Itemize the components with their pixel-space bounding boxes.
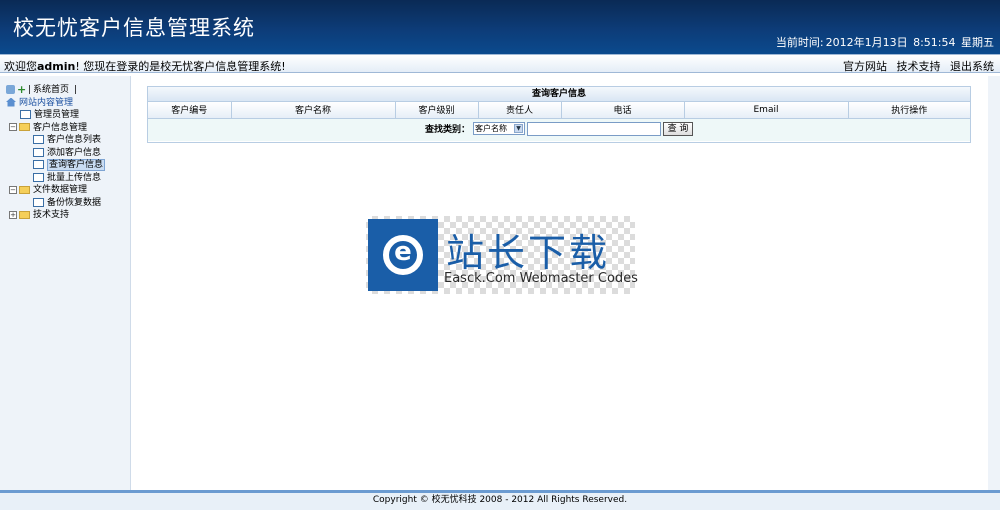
username: admin: [37, 60, 76, 73]
tree-item-label: 批量上传信息: [47, 172, 102, 183]
query-panel: 查询客户信息 客户编号 客户名称 客户级别 责任人 电话 Email 执行操作 …: [147, 86, 971, 143]
tree-item-label: 网站内容管理: [19, 97, 74, 108]
expand-icon[interactable]: +: [9, 210, 17, 219]
search-type-value: 客户名称: [475, 124, 507, 133]
dropdown-arrow-icon: ▼: [514, 124, 523, 133]
page-icon: [33, 172, 44, 182]
folder-icon: [19, 185, 30, 194]
page-icon: [20, 110, 31, 119]
col-email: Email: [684, 102, 849, 119]
tree-item-label: 客户信息列表: [47, 135, 102, 145]
current-time: 当前时间: 2012年1月13日 8:51:54 星期五: [774, 34, 994, 50]
tree-item-add-customer[interactable]: 添加客户信息: [6, 147, 105, 160]
folder-icon: [19, 210, 30, 219]
tree-item-label: 查询客户信息: [47, 159, 106, 171]
tree-item-file-data[interactable]: − 文件数据管理: [6, 184, 105, 197]
tree-item-backup-restore[interactable]: 备份恢复数据: [6, 197, 105, 210]
welcome-prefix: 欢迎您: [4, 60, 37, 73]
page-icon: [33, 147, 44, 157]
col-phone: 电话: [561, 102, 685, 119]
tree-item-label: 文件数据管理: [33, 185, 88, 195]
tree-item-tech-support[interactable]: + 技术支持: [6, 209, 105, 222]
tool-icon: [6, 85, 15, 94]
search-type-label: 查找类别：: [424, 125, 470, 135]
search-type-select[interactable]: 客户名称 ▼: [473, 122, 525, 135]
top-links: 官方网站 技术支持 退出系统: [837, 58, 994, 74]
tree-item-customer-manage[interactable]: − 客户信息管理: [6, 122, 105, 135]
time-value: 8:51:54: [913, 36, 956, 49]
tree-item-customer-list[interactable]: 客户信息列表: [6, 134, 105, 147]
footer-copyright: Copyright © 校无忧科技 2008 - 2012 All Rights…: [0, 493, 1000, 510]
page-icon: [33, 135, 44, 144]
logo-letter: e: [394, 237, 412, 267]
system-home-row: + | 系统首页 |: [6, 84, 105, 97]
tree-item-label: 管理员管理: [34, 110, 80, 120]
add-icon: +: [17, 83, 27, 96]
nav-tree: + | 系统首页 | 网站内容管理 管理员管理 − 客户信息管理 客户信息列表 添加客…: [6, 84, 106, 222]
watermark-en-text: Easck.Com Webmaster Codes: [444, 271, 638, 286]
tree-item-label: 添加客户信息: [47, 147, 102, 158]
tree-item-admin-manage[interactable]: 管理员管理: [6, 109, 105, 122]
search-bar: 查找类别： 客户名称 ▼ 查 询: [148, 118, 970, 141]
official-site-link[interactable]: 官方网站: [843, 60, 887, 73]
header-banner: 校无忧客户信息管理系统 当前时间: 2012年1月13日 8:51:54 星期五: [0, 0, 1000, 54]
col-customer-name: 客户名称: [231, 102, 396, 119]
col-customer-id: 客户编号: [148, 102, 232, 119]
panel-title: 查询客户信息: [148, 87, 970, 102]
search-button[interactable]: 查 询: [663, 121, 693, 136]
tech-support-link[interactable]: 技术支持: [897, 60, 941, 73]
weekday-value: 星期五: [961, 36, 994, 49]
col-customer-level: 客户级别: [395, 102, 479, 119]
table-header-row: 客户编号 客户名称 客户级别 责任人 电话 Email 执行操作: [148, 102, 970, 119]
app-title: 校无忧客户信息管理系统: [13, 16, 255, 40]
tree-item-label: 技术支持: [33, 210, 70, 220]
welcome-suffix: ! 您现在登录的是校无忧客户信息管理系统!: [75, 60, 286, 73]
welcome-bar: 欢迎您admin! 您现在登录的是校无忧客户信息管理系统! 官方网站 技术支持 …: [0, 54, 1000, 73]
date-value: 2012年1月13日: [825, 36, 908, 49]
collapse-icon[interactable]: −: [9, 123, 17, 131]
watermark-cn-text: 站长下载: [446, 231, 611, 275]
time-label: 当前时间:: [775, 36, 824, 49]
folder-icon: [19, 123, 30, 131]
sidebar: + | 系统首页 | 网站内容管理 管理员管理 − 客户信息管理 客户信息列表 添加客…: [0, 76, 131, 490]
col-owner: 责任人: [478, 102, 562, 119]
search-input[interactable]: [527, 121, 661, 136]
tree-item-batch-upload[interactable]: 批量上传信息: [6, 172, 105, 185]
collapse-icon[interactable]: −: [9, 185, 17, 194]
logout-link[interactable]: 退出系统: [950, 60, 994, 73]
home-icon: [6, 97, 16, 107]
welcome-message: 欢迎您admin! 您现在登录的是校无忧客户信息管理系统!: [4, 58, 286, 74]
tree-item-site-content[interactable]: 网站内容管理: [6, 97, 105, 110]
page-icon: [33, 160, 44, 169]
page-icon: [33, 197, 44, 207]
logo-icon: e: [368, 219, 438, 291]
tree-item-label: 备份恢复数据: [47, 197, 102, 208]
tree-item-query-customer[interactable]: 查询客户信息: [6, 159, 106, 172]
right-scroll-gutter: [988, 76, 1000, 490]
tree-item-label: 客户信息管理: [33, 122, 88, 133]
customer-table: 客户编号 客户名称 客户级别 责任人 电话 Email 执行操作: [148, 102, 970, 119]
col-actions: 执行操作: [848, 102, 970, 119]
system-home-link[interactable]: 系统首页: [33, 85, 69, 95]
watermark-logo: e 站长下载 Easck.Com Webmaster Codes: [366, 216, 638, 294]
